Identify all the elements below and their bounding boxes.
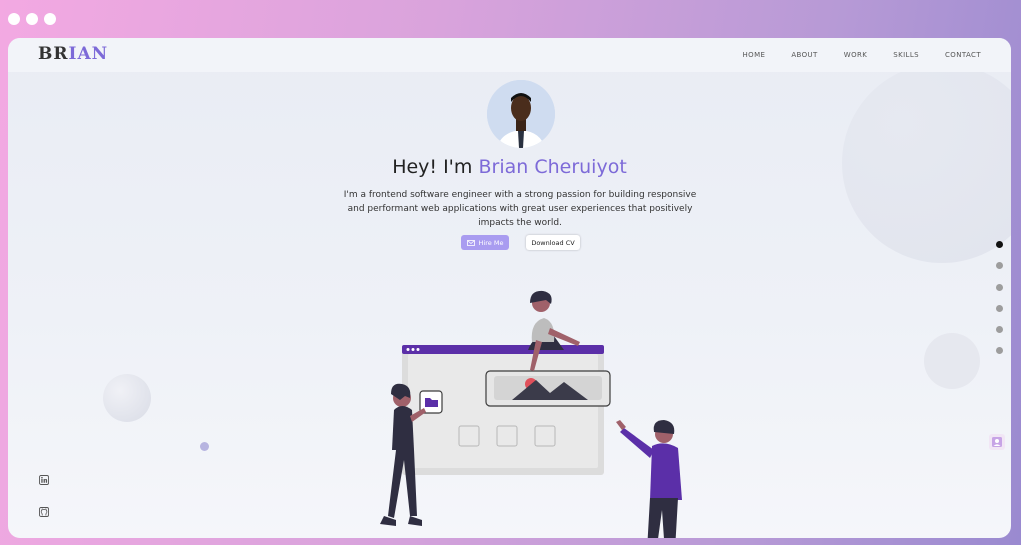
window-dot-maximize[interactable] — [44, 13, 56, 25]
chat-button[interactable] — [989, 434, 1005, 450]
logo-part1: BR — [38, 44, 69, 64]
pager-dot-contact[interactable] — [996, 347, 1003, 355]
hero-name: Brian Cheruiyot — [478, 156, 627, 178]
nav-home[interactable]: HOME — [743, 51, 766, 59]
decorative-circle-right — [924, 333, 980, 389]
download-cv-label: Download CV — [531, 238, 575, 247]
nav-about[interactable]: ABOUT — [791, 51, 817, 59]
user-icon — [992, 437, 1002, 447]
nav-work[interactable]: WORK — [844, 51, 868, 59]
pager-dot-skills[interactable] — [996, 304, 1003, 312]
navbar: BRIAN HOME ABOUT WORK SKILLS CONTACT — [8, 38, 1011, 72]
pager-dot-testimonials[interactable] — [996, 326, 1003, 334]
pager-dot-home[interactable] — [996, 241, 1003, 248]
browser-window: BRIAN HOME ABOUT WORK SKILLS CONTACT Hey… — [8, 38, 1011, 538]
mail-icon — [466, 239, 475, 246]
greeting-text: Hey! I'm — [392, 156, 473, 178]
nav-skills[interactable]: SKILLS — [893, 51, 919, 59]
hero-illustration — [380, 290, 682, 538]
window-dot-close[interactable] — [8, 13, 20, 25]
hire-me-label: Hire Me — [478, 238, 504, 247]
hire-me-button[interactable]: Hire Me — [461, 235, 509, 250]
linkedin-icon[interactable] — [39, 475, 49, 485]
hero-heading: Hey! I'm Brian Cheruiyot — [8, 156, 1011, 178]
decorative-circle-left — [103, 374, 151, 422]
profile-avatar — [487, 80, 555, 148]
decorative-dot — [200, 442, 209, 451]
pager-dot-about[interactable] — [996, 262, 1003, 270]
download-cv-button[interactable]: Download CV — [526, 235, 580, 250]
logo[interactable]: BRIAN — [38, 44, 108, 64]
pager-dot-work[interactable] — [996, 283, 1003, 291]
github-icon[interactable] — [39, 507, 49, 517]
nav-menu: HOME ABOUT WORK SKILLS CONTACT — [743, 51, 981, 59]
window-dot-minimize[interactable] — [26, 13, 38, 25]
nav-contact[interactable]: CONTACT — [945, 51, 981, 59]
window-controls — [8, 13, 56, 25]
hero-description: I'm a frontend software engineer with a … — [343, 190, 697, 228]
logo-part2: IAN — [68, 44, 109, 64]
section-pager — [996, 241, 1003, 369]
